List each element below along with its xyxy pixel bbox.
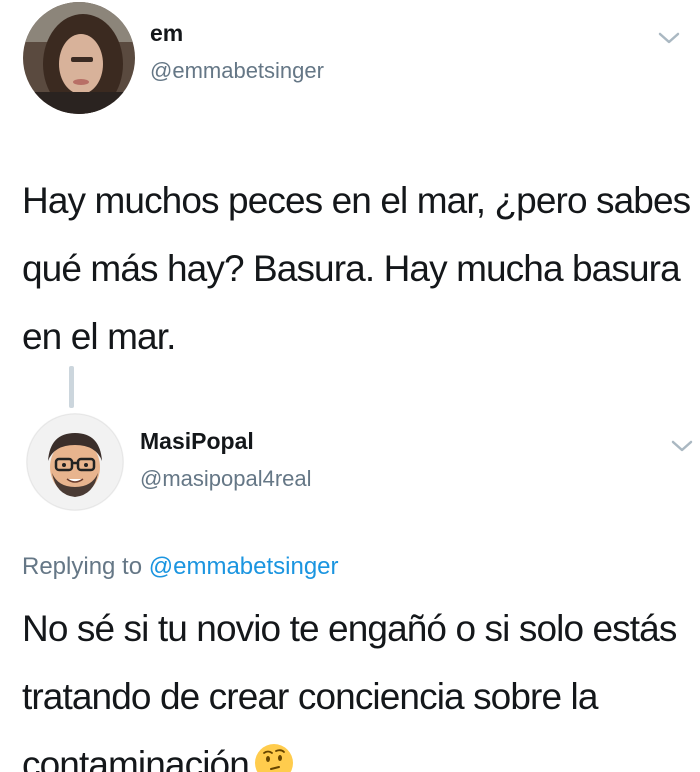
- memoji-avatar: [26, 413, 124, 511]
- avatar-emmabetsinger[interactable]: [23, 2, 135, 114]
- tweet-text: No sé si tu novio te engañó o si solo es…: [22, 608, 677, 772]
- replying-to-mention[interactable]: @emmabetsinger: [149, 553, 339, 580]
- replying-to-label: Replying to: [22, 553, 143, 580]
- user-handle[interactable]: @masipopal4real: [140, 466, 312, 492]
- thread-connector: [69, 366, 74, 408]
- reply-text-container: No sé si tu novio te engañó o si solo es…: [22, 595, 692, 772]
- avatar-masipopal[interactable]: [26, 413, 124, 511]
- chevron-down-icon[interactable]: [657, 30, 681, 46]
- display-name[interactable]: MasiPopal: [140, 428, 254, 455]
- thinking-face-icon: [254, 744, 293, 772]
- replying-to-line: Replying to @emmabetsinger: [22, 553, 339, 581]
- display-name[interactable]: em: [150, 20, 183, 47]
- user-handle[interactable]: @emmabetsinger: [150, 58, 324, 84]
- tweet-text: Hay muchos peces en el mar, ¿pero sabes …: [22, 180, 691, 357]
- profile-photo: [23, 2, 135, 114]
- chevron-down-icon[interactable]: [670, 438, 694, 454]
